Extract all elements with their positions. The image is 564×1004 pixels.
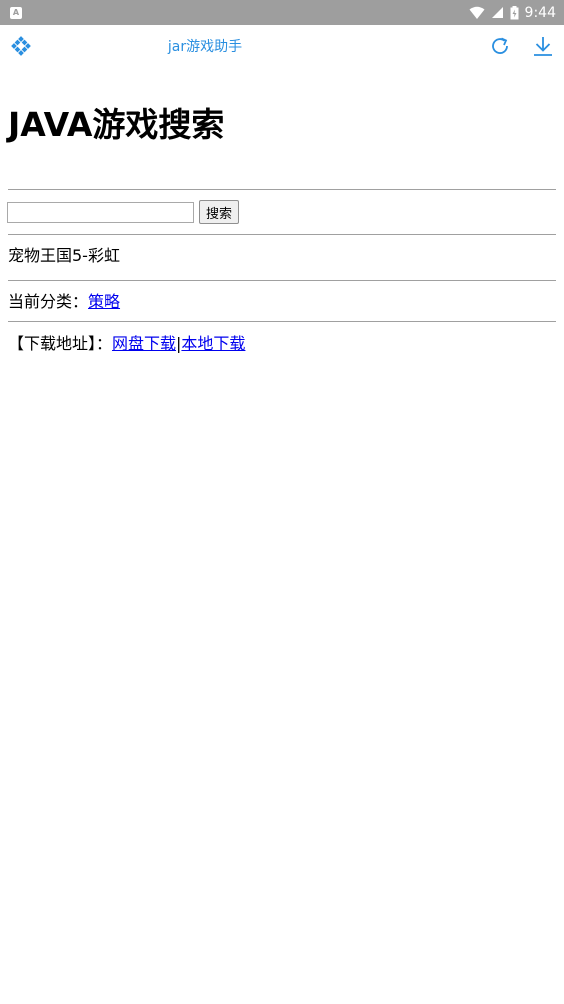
divider — [8, 280, 556, 281]
status-left: A — [8, 6, 22, 19]
notification-icon: A — [10, 6, 22, 19]
status-bar: A 9:44 — [0, 0, 564, 25]
refresh-icon[interactable] — [489, 35, 511, 57]
category-label: 当前分类： — [8, 292, 89, 311]
divider — [8, 234, 556, 235]
page-title: JAVA游戏搜索 — [8, 105, 225, 144]
search-input[interactable] — [7, 201, 194, 223]
search-button[interactable]: 搜索 — [199, 200, 240, 224]
category-link[interactable]: 策略 — [88, 292, 120, 311]
wifi-icon — [469, 6, 485, 19]
cell-signal-icon — [491, 7, 503, 18]
download-row: 【下载地址】：网盘下载|本地下载 — [8, 333, 245, 355]
search-form: 搜索 — [7, 200, 240, 224]
app-bar: jar游戏助手 — [0, 25, 564, 69]
netdisk-download-link[interactable]: 网盘下载 — [112, 334, 176, 353]
game-name: 宠物王国5-彩虹 — [8, 246, 120, 265]
category-row: 当前分类：策略 — [8, 291, 120, 313]
divider — [8, 321, 556, 322]
status-right: 9:44 — [469, 5, 556, 21]
notification-icon-letter: A — [12, 7, 20, 17]
app-title: jar游戏助手 — [167, 39, 243, 55]
battery-icon — [510, 5, 519, 19]
divider — [8, 189, 556, 190]
local-download-link[interactable]: 本地下载 — [181, 334, 245, 353]
download-label: 【下载地址】： — [8, 334, 113, 353]
status-time: 9:44 — [524, 4, 556, 21]
download-icon[interactable] — [532, 35, 554, 57]
